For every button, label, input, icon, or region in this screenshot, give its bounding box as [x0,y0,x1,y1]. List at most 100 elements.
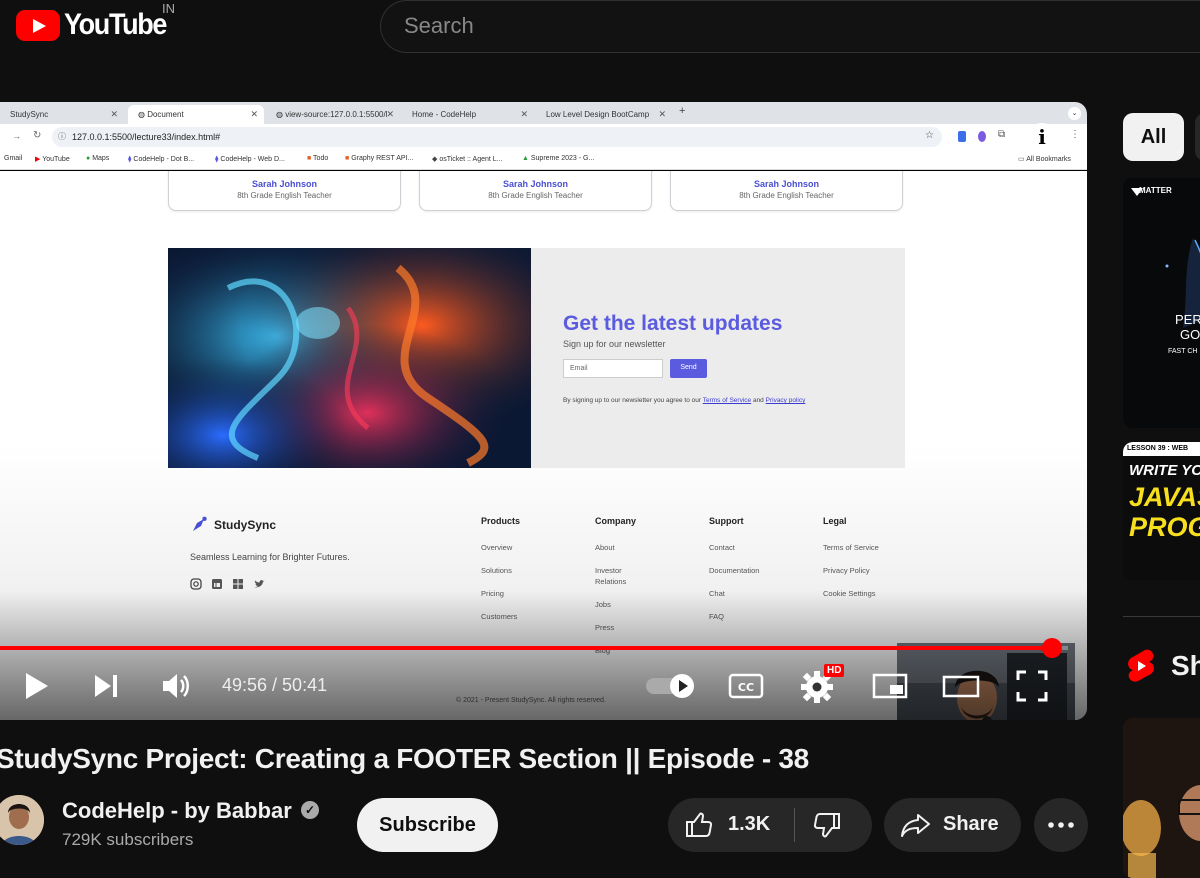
testimonial-card: Sarah Johnson 8th Grade English Teacher [168,171,401,211]
tab-label: view-source:127.0.0.1:5500/l [285,110,388,119]
bookmark: ⧫ CodeHelp - Web D... [215,156,285,163]
footer-link: Jobs [595,600,611,609]
bookmark: ▲ Supreme 2023 - G... [522,155,595,162]
time-display: 49:56 / 50:41 [222,675,328,695]
thumbnail-text: PROGR [1129,512,1200,542]
info-card-icon[interactable]: i [1028,123,1056,151]
shorts-thumbnail[interactable] [1123,718,1200,878]
fullscreen-button[interactable] [1012,666,1052,706]
video-player[interactable]: StudySync ✕ ◍ Document ✕ ◍ view-source:127… [0,102,1087,720]
tab-label: StudySync [10,110,49,119]
search-input[interactable] [404,13,1104,39]
globe-icon: ◍ [138,110,148,119]
footer-copyright: © 2021 - Present StudySync. All rights r… [456,697,606,704]
filter-chip[interactable] [1195,113,1200,161]
pen-nib-icon [193,516,207,531]
footer-link: Chat [709,589,725,598]
site-info-icon: ⓘ [58,132,66,141]
thumbnail-text: LESSON 39 : WEB [1127,445,1189,452]
close-icon: ✕ [110,109,118,119]
close-icon: ✕ [250,109,258,119]
thumbnail-text: GO [1180,327,1200,342]
theater-mode-button[interactable] [941,666,981,706]
testimonial-role: 8th Grade English Teacher [488,191,583,200]
recorded-tab: Home - CodeHelp ✕ [402,105,534,124]
footer-link: FAQ [709,612,725,621]
search-box[interactable] [380,0,1200,53]
tab-label: Home - CodeHelp [412,110,477,119]
tab-search-icon: ⌄ [1068,107,1081,120]
filter-chip-all[interactable]: All [1123,113,1184,161]
logo-text: YouTube [64,8,167,41]
like-count[interactable]: 1.3K [728,813,770,836]
share-arrow-icon[interactable] [900,810,932,840]
tab-label: Low Level Design BootCamp [546,110,650,119]
progress-scrubber[interactable] [1041,638,1062,658]
reload-icon: ↻ [33,130,42,141]
bookmark: ◆ osTicket :: Agent L... [432,156,503,163]
extension-icon [958,131,966,142]
footer-brand: StudySync [190,516,276,534]
bookmark: ● Maps [86,155,110,162]
channel-name[interactable]: CodeHelp - by Babbar [62,798,292,824]
recorded-browser-tabbar: StudySync ✕ ◍ Document ✕ ◍ view-source:127… [0,102,1087,124]
subscribe-button[interactable]: Subscribe [357,798,498,852]
volume-button[interactable] [156,666,196,706]
kebab-menu-icon: ⋮ [1070,129,1080,140]
recommended-thumbnail[interactable]: LESSON 39 : WEB WRITE YOUR JAVAS PROGR [1123,442,1200,580]
legal-and: and [752,397,764,404]
close-icon: ✕ [520,109,528,119]
section-divider [1123,616,1200,617]
next-button[interactable] [86,666,126,706]
recommended-thumbnail[interactable]: MATTER PER GO FAST CH [1123,178,1200,428]
footer-heading: Products [481,516,521,526]
bookmark: Gmail [4,155,23,162]
bookmark-star-icon: ☆ [925,130,934,141]
footer-heading: Company [595,516,637,526]
recorded-bookmarks-bar: Gmail ▶ YouTube ● Maps ⧫ CodeHelp - Dot … [0,150,1087,170]
newsletter-image [168,248,531,468]
bookmark: ⧫ CodeHelp - Dot B... [128,156,195,163]
play-button[interactable] [16,666,56,706]
testimonial-role: 8th Grade English Teacher [237,191,332,200]
footer-link: Press [595,623,615,632]
footer-link: Documentation [709,566,760,575]
testimonial-name: Sarah Johnson [251,179,317,189]
dislike-thumbs-down-icon[interactable] [812,810,842,840]
tab-label: Document [147,110,184,119]
autoplay-toggle[interactable] [644,666,698,706]
more-actions-button[interactable] [1034,798,1088,852]
more-horizontal-icon [1048,822,1074,828]
footer-heading: Legal [823,516,847,526]
miniplayer-button[interactable] [870,666,910,706]
recorded-url: 127.0.0.1:5500/lecture33/index.html# [72,132,221,142]
like-thumbs-up-icon[interactable] [684,810,714,840]
channel-avatar[interactable] [0,795,44,845]
footer-brand-name: StudySync [214,518,277,532]
thumbnail-text: WRITE YOUR [1129,462,1200,479]
close-icon: ✕ [386,109,394,119]
recorded-tab: ◍ view-source:127.0.0.1:5500/l ✕ [266,105,400,124]
twitter-icon [254,580,265,588]
extension-icon [978,131,986,142]
thumbnail-text: FAST CH [1168,348,1198,355]
testimonial-card: Sarah Johnson 8th Grade English Teacher [419,171,652,211]
footer-link: Cookie Settings [823,589,876,598]
hd-badge: HD [824,664,845,677]
footer-link: Investor Relations [595,566,627,586]
footer-link: About [595,543,615,552]
newsletter-send-button: Send [670,359,707,378]
footer-link: Overview [481,543,513,552]
bookmark: ▭ All Bookmarks [1018,156,1071,163]
puzzle-icon: ⧉ [998,129,1006,140]
share-label[interactable]: Share [943,813,999,836]
new-tab-icon: + [679,105,686,117]
footer-link: Privacy Policy [823,566,870,575]
like-divider [794,808,795,842]
footer-link: Contact [709,543,735,552]
country-code: IN [162,1,175,16]
youtube-logo[interactable]: YouTube [16,8,177,42]
shorts-icon [1128,649,1154,682]
captions-button[interactable]: CC [726,666,766,706]
recorded-tab: StudySync ✕ [0,105,124,124]
